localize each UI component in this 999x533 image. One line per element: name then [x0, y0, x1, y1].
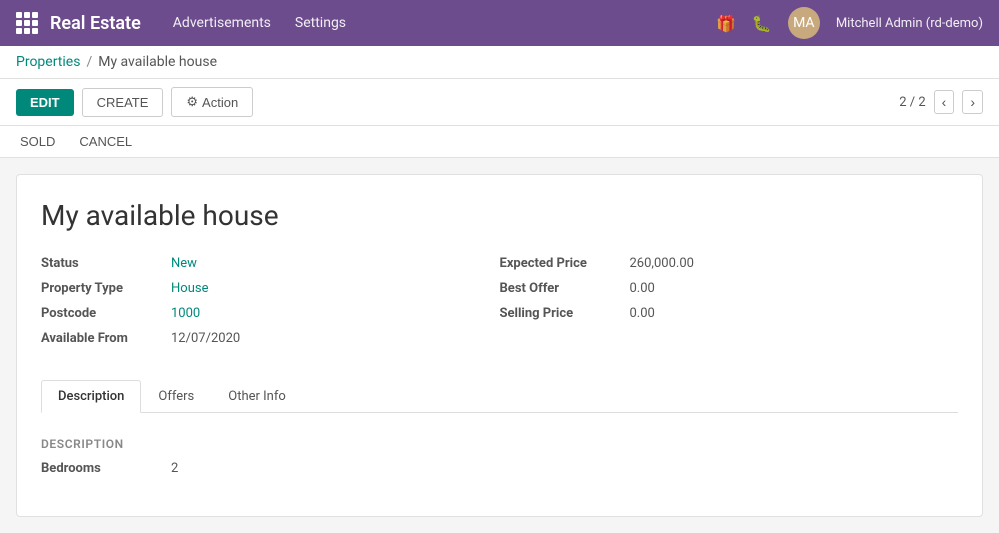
field-label-expected-price: Expected Price — [500, 256, 630, 271]
status-bar: SOLD CANCEL — [0, 126, 999, 158]
field-label-best-offer: Best Offer — [500, 281, 630, 296]
tab-other-info[interactable]: Other Info — [211, 380, 303, 412]
gift-icon[interactable]: 🎁 — [716, 14, 736, 33]
tabs: Description Offers Other Info — [41, 380, 958, 412]
field-row-available-from: Available From 12/07/2020 — [41, 331, 500, 346]
edit-button[interactable]: EDIT — [16, 89, 74, 116]
nav-advertisements[interactable]: Advertisements — [173, 15, 271, 31]
field-value-best-offer: 0.00 — [630, 281, 655, 296]
field-value-status: New — [171, 256, 197, 271]
pagination-text: 2 / 2 — [899, 95, 925, 110]
field-row-postcode: Postcode 1000 — [41, 306, 500, 321]
action-gear-icon: ⚙ — [186, 94, 198, 110]
tabs-container: Description Offers Other Info — [41, 380, 958, 413]
user-name: Mitchell Admin (rd-demo) — [836, 16, 983, 31]
breadcrumb-current: My available house — [98, 54, 217, 70]
fields-grid: Status New Property Type House Postcode … — [41, 256, 958, 356]
cancel-button[interactable]: CANCEL — [75, 132, 136, 151]
pagination-prev[interactable]: ‹ — [934, 90, 955, 114]
avatar[interactable]: MA — [788, 7, 820, 39]
field-row-best-offer: Best Offer 0.00 — [500, 281, 959, 296]
breadcrumb-separator: / — [86, 54, 92, 70]
tab-offers[interactable]: Offers — [141, 380, 211, 412]
pagination-next[interactable]: › — [962, 90, 983, 114]
main-content: My available house Status New Property T… — [0, 158, 999, 533]
field-row-expected-price: Expected Price 260,000.00 — [500, 256, 959, 271]
nav-settings[interactable]: Settings — [295, 15, 346, 31]
tab-content-description: Description Bedrooms 2 — [41, 429, 958, 492]
grid-menu-icon[interactable] — [16, 12, 38, 34]
topbar-right: 🎁 🐛 MA Mitchell Admin (rd-demo) — [716, 7, 983, 39]
record-title: My available house — [41, 199, 958, 232]
field-row-selling-price: Selling Price 0.00 — [500, 306, 959, 321]
record-card: My available house Status New Property T… — [16, 174, 983, 517]
topbar: Real Estate Advertisements Settings 🎁 🐛 … — [0, 0, 999, 46]
tab-field-label-bedrooms: Bedrooms — [41, 461, 171, 476]
field-value-available-from: 12/07/2020 — [171, 331, 240, 346]
bug-icon[interactable]: 🐛 — [752, 14, 772, 33]
field-row-property-type: Property Type House — [41, 281, 500, 296]
action-bar: EDIT CREATE ⚙ Action 2 / 2 ‹ › — [0, 79, 999, 126]
field-label-property-type: Property Type — [41, 281, 171, 296]
field-value-property-type: House — [171, 281, 208, 296]
breadcrumb-parent[interactable]: Properties — [16, 54, 80, 70]
app-name: Real Estate — [50, 13, 141, 34]
tab-field-value-bedrooms: 2 — [171, 461, 178, 476]
fields-left: Status New Property Type House Postcode … — [41, 256, 500, 356]
field-label-selling-price: Selling Price — [500, 306, 630, 321]
action-button[interactable]: ⚙ Action — [171, 87, 253, 117]
tab-field-row-bedrooms: Bedrooms 2 — [41, 461, 958, 476]
field-label-available-from: Available From — [41, 331, 171, 346]
field-value-selling-price: 0.00 — [630, 306, 655, 321]
action-label: Action — [202, 95, 238, 110]
tab-description[interactable]: Description — [41, 380, 141, 413]
field-value-expected-price: 260,000.00 — [630, 256, 694, 271]
field-value-postcode: 1000 — [171, 306, 200, 321]
pagination: 2 / 2 ‹ › — [899, 90, 983, 114]
field-label-postcode: Postcode — [41, 306, 171, 321]
description-section-label: Description — [41, 437, 958, 451]
breadcrumb: Properties / My available house — [0, 46, 999, 79]
sold-button[interactable]: SOLD — [16, 132, 59, 151]
field-row-status: Status New — [41, 256, 500, 271]
top-nav: Advertisements Settings — [173, 15, 716, 31]
fields-right: Expected Price 260,000.00 Best Offer 0.0… — [500, 256, 959, 356]
create-button[interactable]: CREATE — [82, 88, 164, 117]
field-label-status: Status — [41, 256, 171, 271]
